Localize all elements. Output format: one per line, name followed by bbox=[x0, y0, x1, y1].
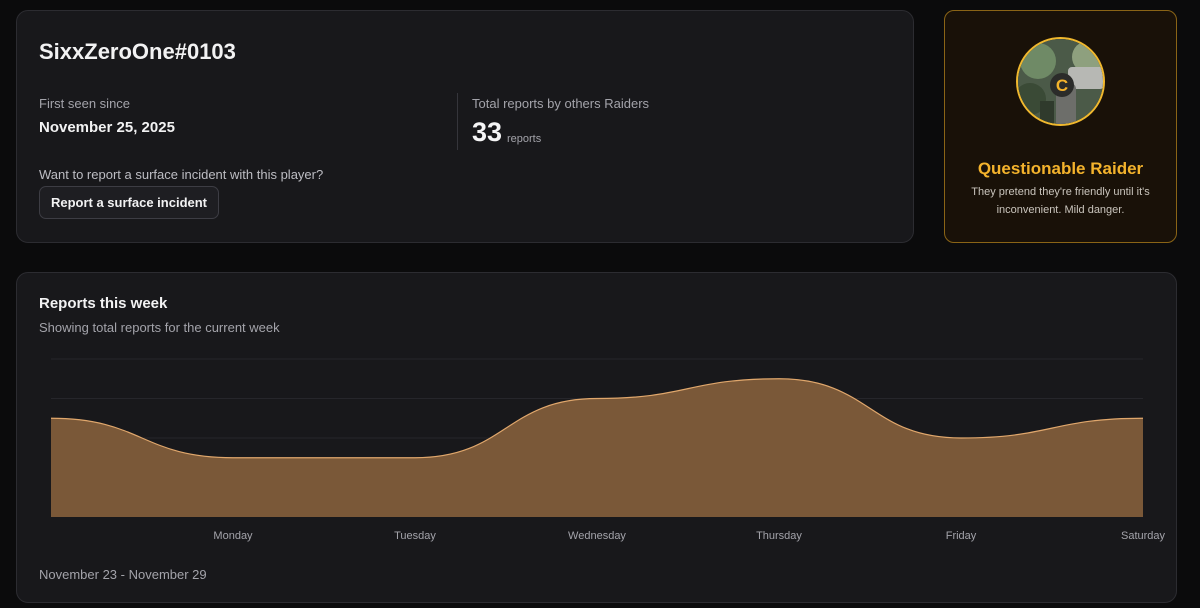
x-tick-label: Tuesday bbox=[394, 530, 436, 542]
svg-text:C: C bbox=[1056, 76, 1068, 95]
total-reports-count: 33 bbox=[472, 117, 503, 147]
chart-title: Reports this week bbox=[39, 295, 168, 312]
raider-portrait-icon: C bbox=[1016, 37, 1105, 126]
player-profile-card: SixxZeroOne#0103 First seen since Novemb… bbox=[16, 10, 914, 243]
player-name: SixxZeroOne#0103 bbox=[39, 39, 236, 64]
x-tick-label: Thursday bbox=[756, 530, 802, 542]
first-seen-label: First seen since bbox=[39, 96, 131, 111]
reports-area bbox=[51, 378, 1143, 517]
weekly-reports-card: Monday Tuesday Wednesday Thursday Friday Satu… bbox=[16, 272, 1177, 603]
total-reports-unit: reports bbox=[507, 133, 542, 145]
x-tick-label: Friday bbox=[946, 530, 977, 542]
date-range: November 23 - November 29 bbox=[39, 567, 207, 582]
report-prompt: Want to report a surface incident with t… bbox=[39, 167, 324, 182]
report-incident-button[interactable]: Report a surface incident bbox=[39, 186, 219, 219]
first-seen-value: November 25, 2025 bbox=[39, 119, 175, 136]
x-tick-label: Monday bbox=[213, 530, 253, 542]
rank-title: Questionable Raider bbox=[977, 159, 1144, 178]
stats-divider bbox=[457, 93, 458, 150]
chart-subtitle: Showing total reports for the current we… bbox=[39, 320, 280, 335]
rank-badge-card: C Questionable Raider They pretend they'… bbox=[944, 10, 1177, 243]
x-tick-label: Saturday bbox=[1121, 530, 1166, 542]
rank-description: They pretend they're friendly until it's… bbox=[971, 186, 1150, 216]
x-tick-label: Wednesday bbox=[568, 530, 626, 542]
total-reports-label: Total reports by others Raiders bbox=[472, 96, 650, 111]
